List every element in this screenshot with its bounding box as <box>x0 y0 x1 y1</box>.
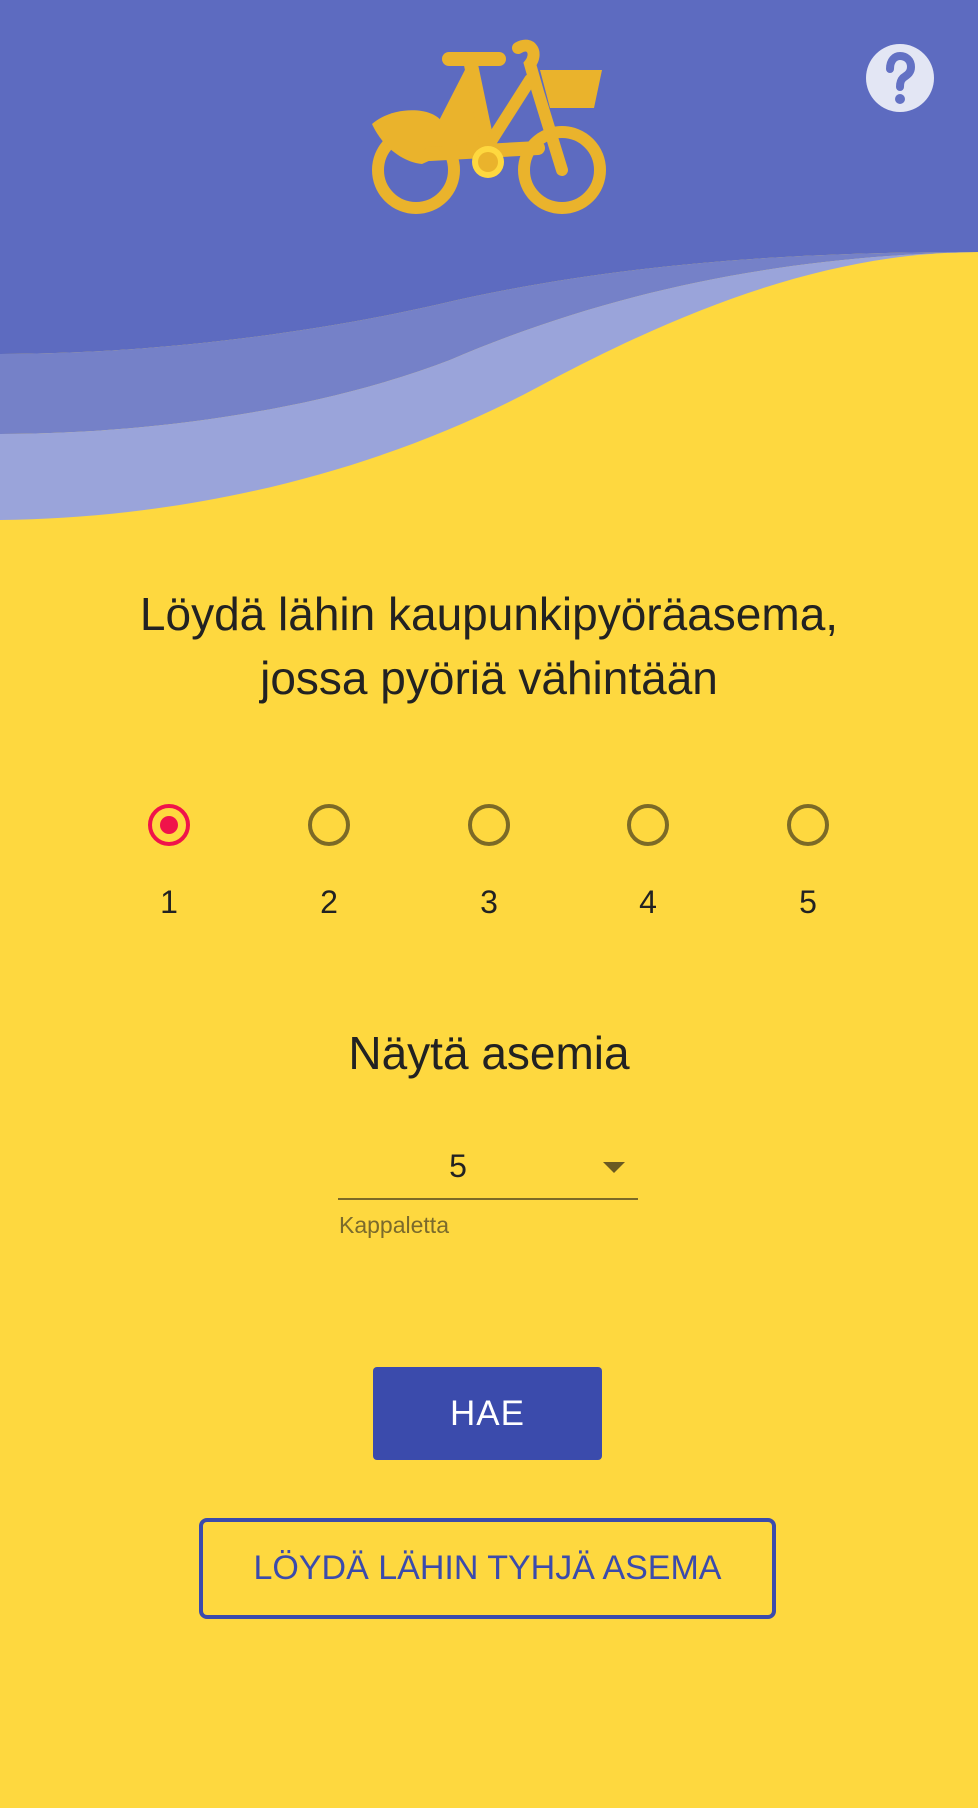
radio-button[interactable] <box>308 804 350 846</box>
radio-button-selected[interactable] <box>148 804 190 846</box>
radio-option-1[interactable]: 1 <box>119 800 219 930</box>
headline-line-1: Löydä lähin kaupunkipyöräasema, <box>139 588 839 640</box>
radio-button[interactable] <box>468 804 510 846</box>
select-value: 5 <box>449 1148 467 1184</box>
stations-count-select[interactable]: 5 <box>338 1138 638 1200</box>
radio-label: 4 <box>639 884 657 920</box>
dropdown-arrow-icon <box>603 1162 625 1173</box>
search-button[interactable]: HAE <box>373 1367 602 1460</box>
find-empty-station-button[interactable]: LÖYDÄ LÄHIN TYHJÄ ASEMA <box>199 1518 776 1619</box>
stations-count-title: Näytä asemia <box>348 1027 630 1079</box>
help-button[interactable] <box>866 44 934 112</box>
min-bikes-radio-group: 1 2 3 4 5 <box>0 800 978 930</box>
headline-line-2: jossa pyöriä vähintään <box>260 652 718 704</box>
radio-option-5[interactable]: 5 <box>758 800 858 930</box>
select-helper-text: Kappaletta <box>339 1212 449 1238</box>
radio-label: 2 <box>320 884 338 920</box>
radio-label: 1 <box>160 884 178 920</box>
bike-icon <box>372 39 606 214</box>
radio-label: 3 <box>480 884 498 920</box>
radio-button[interactable] <box>787 804 829 846</box>
radio-dot <box>160 816 178 834</box>
radio-button[interactable] <box>627 804 669 846</box>
radio-option-4[interactable]: 4 <box>598 800 698 930</box>
radio-option-2[interactable]: 2 <box>279 800 379 930</box>
headline: Löydä lähin kaupunkipyöräasema, jossa py… <box>0 582 978 710</box>
question-mark-icon <box>886 51 916 104</box>
radio-label: 5 <box>799 884 817 920</box>
radio-option-3[interactable]: 3 <box>439 800 539 930</box>
